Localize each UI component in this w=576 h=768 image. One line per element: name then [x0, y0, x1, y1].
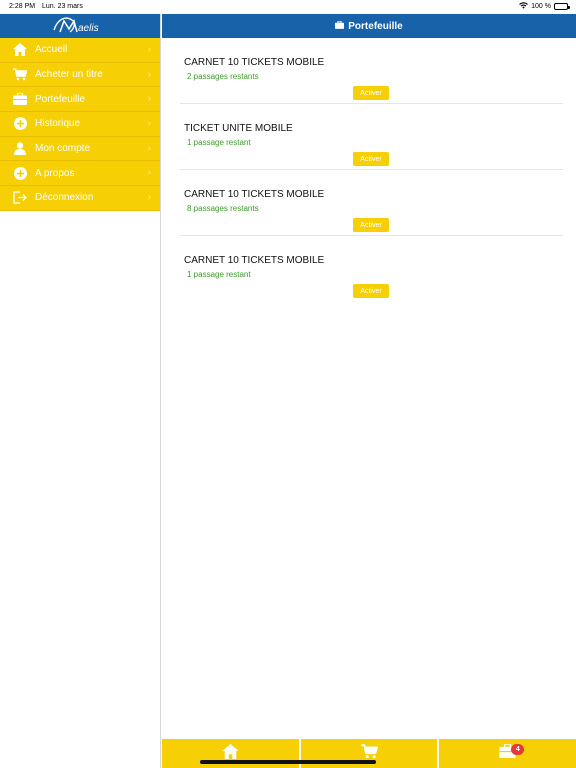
cart-icon: [12, 67, 28, 83]
ticket-title: CARNET 10 TICKETS MOBILE: [184, 255, 325, 266]
status-date: Lun. 23 mars: [42, 3, 83, 10]
sidebar-item-historique[interactable]: Historique ›: [0, 112, 160, 137]
logout-icon: [12, 190, 28, 206]
activate-button[interactable]: Activer: [353, 218, 389, 232]
sidebar-item-acheter[interactable]: Acheter un titre ›: [0, 63, 160, 88]
ticket-remaining: 1 passage restant: [187, 138, 251, 147]
ticket-title: CARNET 10 TICKETS MOBILE: [184, 57, 325, 68]
ticket-remaining: 8 passages restants: [187, 204, 259, 213]
chevron-right-icon: ›: [147, 93, 151, 105]
logo-bar: aelis: [0, 14, 160, 38]
wallet-icon: [335, 20, 345, 32]
sidebar-item-label: Historique: [35, 118, 81, 130]
sidebar-item-label: Accueil: [35, 44, 68, 56]
plus-circle-icon: [12, 116, 28, 132]
chevron-right-icon: ›: [147, 44, 151, 55]
side-menu: Accueil › Acheter un titre › Portefeuill…: [0, 38, 160, 211]
svg-text:aelis: aelis: [78, 23, 99, 34]
ticket-title: TICKET UNITE MOBILE: [184, 123, 293, 134]
status-time: 2:28 PM: [9, 3, 36, 10]
sidebar-item-mon-compte[interactable]: Mon compte ›: [0, 137, 160, 162]
status-bar: 2:28 PM Lun. 23 mars 100 %: [0, 0, 576, 14]
home-icon: [12, 42, 28, 58]
ticket-card: CARNET 10 TICKETS MOBILE 1 passage resta…: [180, 236, 563, 302]
sidebar-item-a-propos[interactable]: A propos ›: [0, 161, 160, 187]
battery-icon: [554, 3, 570, 10]
wifi-icon: [519, 2, 529, 11]
tab-wallet[interactable]: 4: [439, 739, 576, 768]
battery-text: 100 %: [531, 3, 551, 10]
page-header: Portefeuille: [162, 14, 576, 38]
ticket-card: CARNET 10 TICKETS MOBILE 2 passages rest…: [180, 38, 563, 104]
sidebar-item-label: Déconnexion: [35, 192, 94, 204]
ticket-title: CARNET 10 TICKETS MOBILE: [184, 189, 325, 200]
chevron-right-icon: ›: [147, 192, 151, 204]
chevron-right-icon: ›: [147, 142, 151, 154]
sidebar-item-label: Portefeuille: [35, 93, 86, 105]
sidebar: aelis Accueil › Acheter un titre › Porte…: [0, 14, 161, 768]
ticket-remaining: 2 passages restants: [187, 72, 259, 81]
ticket-list: CARNET 10 TICKETS MOBILE 2 passages rest…: [162, 38, 576, 738]
activate-button[interactable]: Activer: [353, 152, 389, 166]
home-indicator: [200, 760, 376, 764]
wallet-icon: [12, 91, 28, 107]
sidebar-item-portefeuille[interactable]: Portefeuille ›: [0, 87, 160, 113]
wallet-count-badge: 4: [511, 744, 525, 755]
activate-button[interactable]: Activer: [353, 86, 389, 100]
status-right: 100 %: [519, 2, 570, 11]
sidebar-item-label: Acheter un titre: [35, 69, 103, 81]
sidebar-item-deconnexion[interactable]: Déconnexion ›: [0, 186, 160, 211]
ticket-card: CARNET 10 TICKETS MOBILE 8 passages rest…: [180, 170, 563, 236]
chevron-right-icon: ›: [147, 68, 151, 80]
activate-button[interactable]: Activer: [353, 284, 389, 298]
sidebar-item-label: Mon compte: [35, 143, 91, 155]
page-title: Portefeuille: [348, 20, 403, 32]
sidebar-item-label: A propos: [35, 167, 75, 179]
chevron-right-icon: ›: [147, 118, 151, 130]
chevron-right-icon: ›: [147, 167, 151, 179]
plus-circle-icon: [12, 165, 28, 181]
user-icon: [12, 141, 28, 157]
ticket-card: TICKET UNITE MOBILE 1 passage restant Ac…: [180, 104, 563, 170]
ticket-remaining: 1 passage restant: [187, 270, 251, 279]
maelis-logo: aelis: [53, 17, 99, 34]
sidebar-item-accueil[interactable]: Accueil ›: [0, 38, 160, 63]
